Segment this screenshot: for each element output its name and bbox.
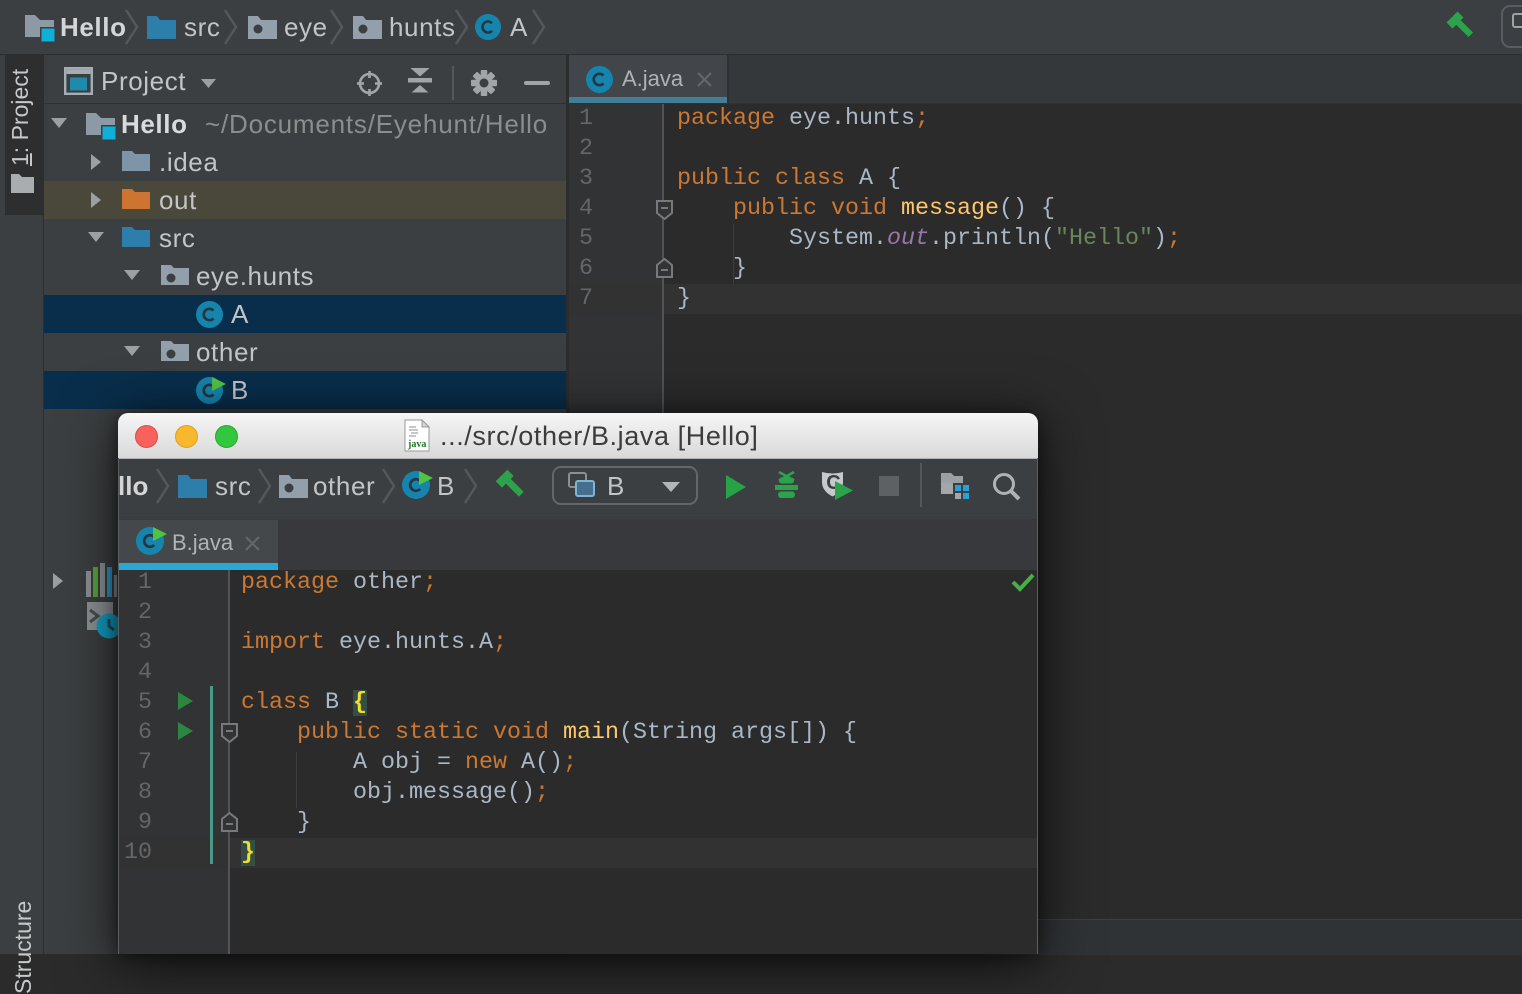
svg-text:java: java: [407, 439, 426, 450]
